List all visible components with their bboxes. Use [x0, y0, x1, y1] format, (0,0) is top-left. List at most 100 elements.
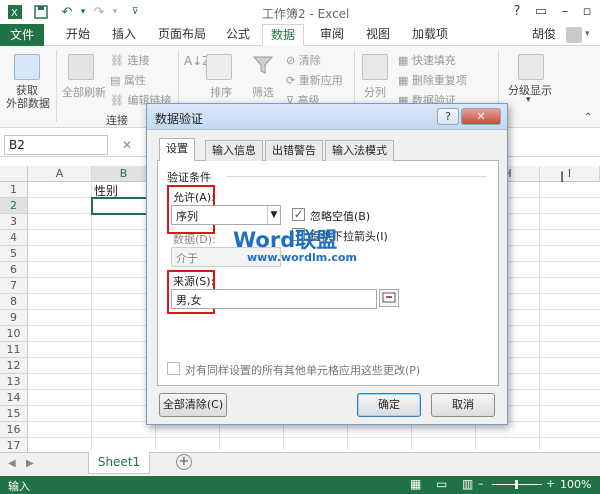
collapse-ribbon-icon[interactable]: ⌃ — [584, 112, 592, 123]
save-icon[interactable] — [32, 3, 50, 21]
grid-column-line — [91, 182, 92, 450]
mouse-cursor-icon: I — [560, 170, 565, 186]
normal-view-icon[interactable]: ▦ — [410, 477, 421, 491]
grid-row-line — [28, 437, 600, 438]
next-sheet-icon[interactable]: ▶ — [26, 458, 34, 469]
row-header[interactable]: 13 — [0, 374, 28, 390]
clear-button[interactable]: ⊘ 清除 — [286, 52, 321, 68]
text-to-columns-button[interactable]: 分列 — [364, 84, 386, 100]
connections-label: 连接 — [127, 54, 150, 67]
tab-home[interactable]: 开始 — [58, 24, 98, 46]
outline-dropdown-icon[interactable]: ▾ — [526, 95, 531, 105]
tab-data[interactable]: 数据 — [262, 24, 305, 46]
help-button[interactable]: ? — [506, 2, 528, 22]
text-to-columns-icon[interactable] — [362, 54, 388, 80]
row-header[interactable]: 12 — [0, 358, 28, 374]
zoom-level[interactable]: 100% — [560, 478, 591, 491]
row-header[interactable]: 9 — [0, 310, 28, 326]
ignore-blank-checkbox[interactable]: ✓ — [292, 208, 305, 221]
redo-dropdown-icon[interactable]: ▾ — [106, 3, 124, 21]
account-dropdown-icon[interactable]: ▾ — [585, 29, 590, 39]
filter-icon[interactable] — [252, 54, 274, 79]
tab-formulas[interactable]: 公式 — [218, 24, 258, 46]
avatar[interactable] — [566, 27, 582, 43]
page-layout-view-icon[interactable]: ▭ — [436, 477, 447, 491]
sheet-tab-sheet1[interactable]: Sheet1 — [88, 452, 150, 474]
tab-settings[interactable]: 设置 — [159, 138, 195, 161]
user-name[interactable]: 胡俊 — [524, 24, 564, 46]
row-header[interactable]: 3 — [0, 214, 28, 230]
tab-view[interactable]: 视图 — [358, 24, 398, 46]
minimize-icon[interactable]: – — [554, 2, 576, 22]
group-connections-label: 连接 — [106, 114, 128, 127]
prev-sheet-icon[interactable]: ◀ — [8, 458, 16, 469]
page-break-view-icon[interactable]: ▥ — [462, 477, 473, 491]
tab-insert[interactable]: 插入 — [104, 24, 144, 46]
add-sheet-icon[interactable]: + — [176, 454, 192, 470]
tab-file[interactable]: 文件 — [0, 24, 44, 46]
row-header[interactable]: 15 — [0, 406, 28, 422]
ribbon-display-icon[interactable]: ▭ — [530, 2, 552, 22]
flash-fill-button[interactable]: ▦ 快速填充 — [398, 52, 456, 68]
row-header[interactable]: 14 — [0, 390, 28, 406]
reapply-button[interactable]: ⟳ 重新应用 — [286, 72, 343, 88]
select-all-corner[interactable] — [0, 166, 28, 182]
row-header[interactable]: 1 — [0, 182, 28, 198]
window-title: 工作簿2 - Excel — [262, 7, 350, 21]
properties-button[interactable]: ▤ 属性 — [110, 72, 146, 88]
range-picker-icon[interactable] — [379, 289, 399, 307]
cancel-formula-icon[interactable]: ✕ — [122, 138, 132, 152]
dialog-help-button[interactable]: ? — [437, 108, 459, 125]
tab-error-alert[interactable]: 出错警告 — [265, 140, 323, 161]
allow-select[interactable]: 序列 — [171, 205, 281, 225]
filter-button[interactable]: 筛选 — [252, 84, 274, 100]
connections-button[interactable]: ⛓ 连接 — [110, 52, 149, 68]
refresh-all-icon[interactable] — [68, 54, 94, 80]
row-header[interactable]: 4 — [0, 230, 28, 246]
svg-text:X: X — [11, 8, 18, 19]
column-header[interactable]: A — [28, 166, 92, 182]
restore-icon[interactable]: ▫ — [576, 2, 598, 22]
row-header[interactable]: 16 — [0, 422, 28, 438]
apply-all-checkbox[interactable] — [167, 362, 180, 375]
remove-duplicates-button[interactable]: ▦ 删除重复项 — [398, 72, 467, 88]
sort-dialog-icon[interactable] — [206, 54, 232, 80]
row-header[interactable]: 8 — [0, 294, 28, 310]
remove-duplicates-label: 删除重复项 — [411, 74, 467, 87]
get-external-label-2[interactable]: 外部数据 — [6, 95, 50, 111]
tab-page-layout[interactable]: 页面布局 — [150, 24, 214, 46]
refresh-all-button[interactable]: 全部刷新 — [62, 84, 106, 100]
row-header[interactable]: 7 — [0, 278, 28, 294]
row-header[interactable]: 2 — [0, 198, 28, 214]
connections-icon: ⛓ — [110, 54, 128, 67]
row-header[interactable]: 5 — [0, 246, 28, 262]
outline-icon[interactable] — [518, 54, 544, 80]
allow-dropdown-icon[interactable]: ▼ — [267, 206, 280, 224]
flash-fill-label: 快速填充 — [411, 54, 456, 67]
tab-input-message[interactable]: 输入信息 — [205, 140, 263, 161]
ok-button[interactable]: 确定 — [357, 393, 421, 417]
column-header[interactable]: I — [540, 166, 600, 182]
sort-button[interactable]: 排序 — [210, 84, 232, 100]
clear-all-button[interactable]: 全部清除(C) — [159, 393, 227, 417]
customize-qat-icon[interactable]: ⊽ — [126, 3, 144, 21]
zoom-in-icon[interactable]: + — [546, 477, 555, 490]
source-input[interactable]: 男,女 — [171, 289, 377, 309]
name-box[interactable]: B2 — [4, 135, 108, 155]
data-select-value: 介于 — [176, 252, 198, 265]
cancel-button[interactable]: 取消 — [431, 393, 495, 417]
watermark-logo: Word联盟 — [233, 228, 338, 252]
validation-criteria-heading: 验证条件 — [167, 171, 211, 184]
tab-ime-mode[interactable]: 输入法模式 — [325, 140, 394, 161]
get-external-data-icon[interactable] — [14, 54, 40, 80]
dialog-title: 数据验证 — [155, 112, 204, 126]
tab-review[interactable]: 审阅 — [312, 24, 352, 46]
row-header[interactable]: 6 — [0, 262, 28, 278]
ignore-blank-label: 忽略空值(B) — [310, 210, 371, 223]
dialog-close-button[interactable]: ✕ — [461, 108, 501, 125]
zoom-out-icon[interactable]: – — [478, 477, 484, 490]
row-header[interactable]: 10 — [0, 326, 28, 342]
zoom-slider-thumb[interactable] — [515, 480, 518, 489]
row-header[interactable]: 11 — [0, 342, 28, 358]
tab-addins[interactable]: 加载项 — [404, 24, 456, 46]
